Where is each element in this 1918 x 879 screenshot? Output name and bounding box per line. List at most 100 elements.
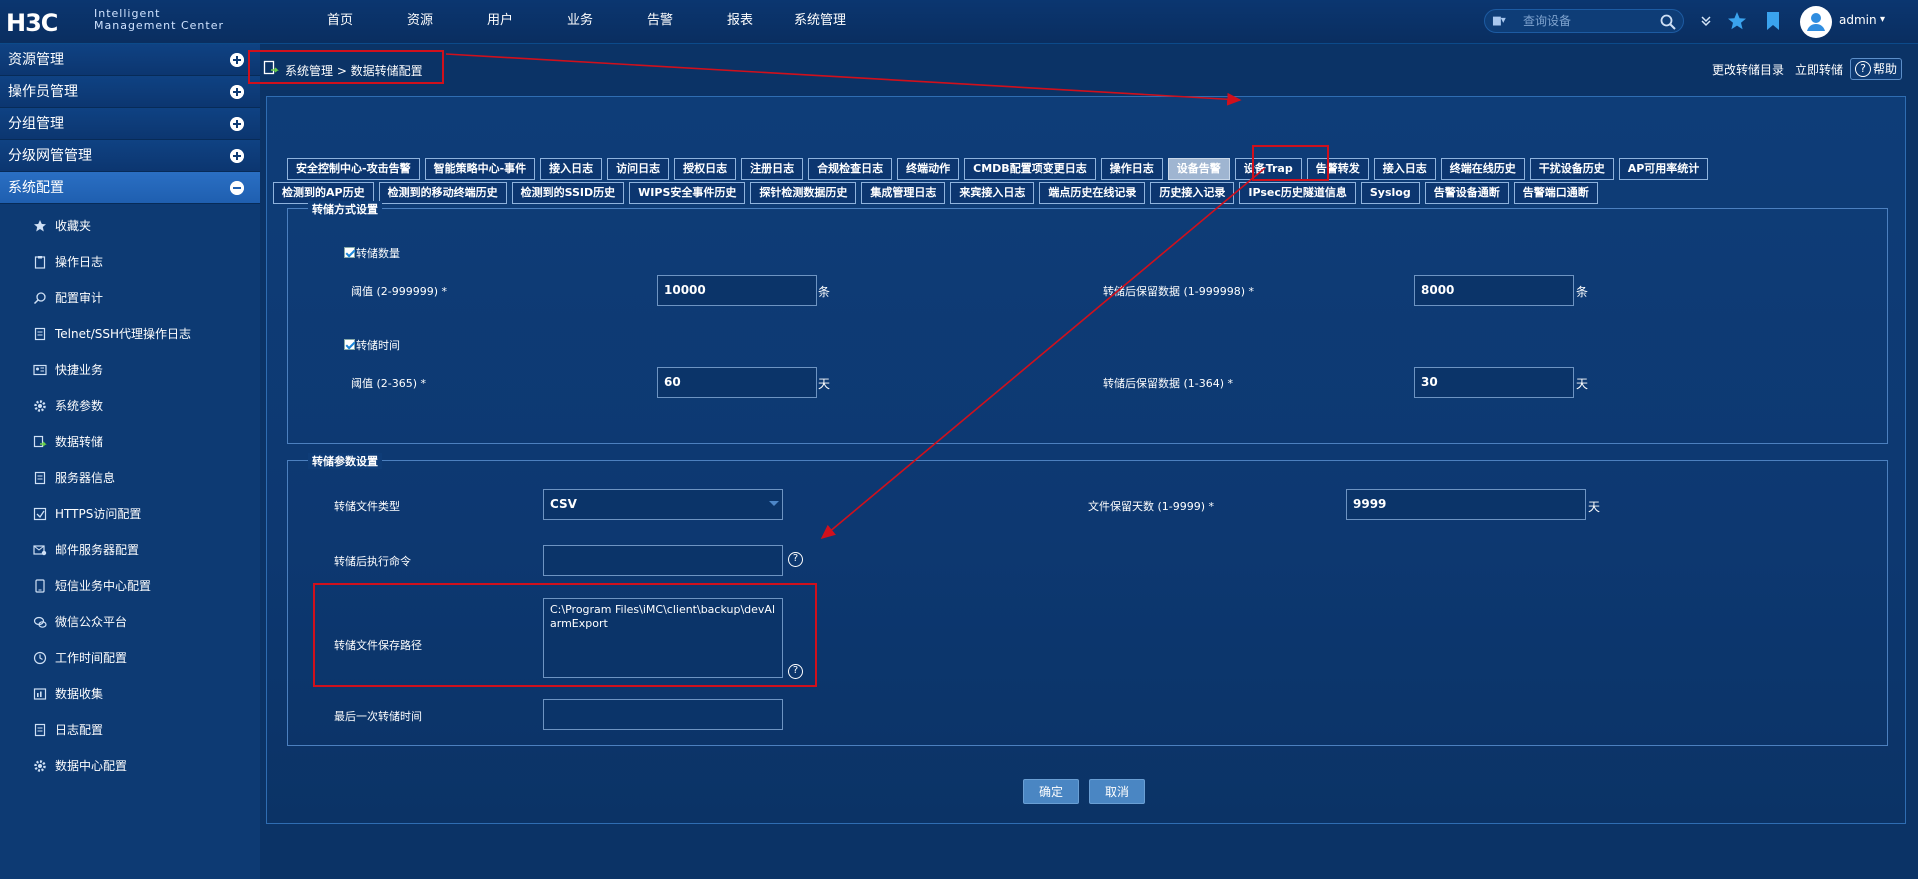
sidebar-item-datacenter-config[interactable]: 数据中心配置: [0, 748, 260, 784]
tab-alarm-forward[interactable]: 告警转发: [1306, 158, 1369, 180]
sidebar-item-work-time[interactable]: 工作时间配置: [0, 640, 260, 676]
tab-alarm-device-onoff[interactable]: 告警设备通断: [1424, 182, 1509, 204]
retain-days-input[interactable]: 9999: [1346, 489, 1586, 520]
tab-guest-access-log[interactable]: 来宾接入日志: [950, 182, 1035, 204]
sidebar-item-favorites[interactable]: 收藏夹: [0, 208, 260, 244]
sidebar: 资源管理 操作员管理 分组管理 分级网管管理 系统配置 收藏夹 操作日志 配置审…: [0, 44, 260, 879]
sidebar-item-data-dump[interactable]: 数据转储: [0, 424, 260, 460]
sidebar-item-operation-log[interactable]: 操作日志: [0, 244, 260, 280]
sidebar-group-system-config[interactable]: 系统配置: [0, 172, 260, 204]
star-favorite-icon[interactable]: [1726, 10, 1748, 32]
tab-alarm-port-onoff[interactable]: 告警端口通断: [1513, 182, 1598, 204]
ok-button[interactable]: 确定: [1023, 779, 1079, 804]
tab-auth-log[interactable]: 授权日志: [674, 158, 737, 180]
nav-reports[interactable]: 报表: [700, 0, 780, 44]
sidebar-item-data-collection[interactable]: 数据收集: [0, 676, 260, 712]
double-chevron-down-icon[interactable]: [1695, 10, 1717, 32]
tab-terminal-online-history[interactable]: 终端在线历史: [1440, 158, 1525, 180]
nav-users[interactable]: 用户: [460, 0, 540, 44]
datacenter-gear-icon: [34, 760, 46, 772]
search-icon[interactable]: [1659, 13, 1677, 31]
sidebar-item-server-info[interactable]: 服务器信息: [0, 460, 260, 496]
sidebar-item-label: HTTPS访问配置: [55, 507, 142, 521]
sidebar-item-config-audit[interactable]: 配置审计: [0, 280, 260, 316]
nav-alarms[interactable]: 告警: [620, 0, 700, 44]
search-type-selector-icon[interactable]: ▆▾: [1493, 15, 1517, 29]
sidebar-item-log-config[interactable]: 日志配置: [0, 712, 260, 748]
user-name[interactable]: admin: [1839, 13, 1877, 27]
dump-by-time-checkbox[interactable]: 转储时间: [344, 337, 400, 353]
select-arrow-icon[interactable]: [769, 501, 779, 506]
sidebar-group-label: 分级网管管理: [8, 148, 92, 164]
dump-by-count-checkbox[interactable]: 转储数量: [344, 245, 400, 261]
sidebar-item-sms-center[interactable]: 短信业务中心配置: [0, 568, 260, 604]
tab-probe-data-history[interactable]: 探针检测数据历史: [750, 182, 857, 204]
help-question-icon[interactable]: ?: [788, 552, 803, 567]
sidebar-group-group-management[interactable]: 分组管理: [0, 108, 260, 140]
tab-ipsec-tunnel-history[interactable]: IPsec历史隧道信息: [1239, 182, 1356, 204]
tab-integration-log[interactable]: 集成管理日志: [861, 182, 946, 204]
time-threshold-label: 阈值 (2-365) *: [351, 377, 427, 390]
time-keep-input[interactable]: 30: [1414, 367, 1574, 398]
nav-system-management[interactable]: 系统管理: [780, 0, 860, 44]
sidebar-group-hierarchical-nms[interactable]: 分级网管管理: [0, 140, 260, 172]
sidebar-item-mail-server[interactable]: 邮件服务器配置: [0, 532, 260, 568]
dump-params-fieldset: 转储参数设置 转储文件类型 CSV 文件保留天数 (1-9999) * 9999…: [287, 453, 1888, 746]
tab-interference-device-history[interactable]: 干扰设备历史: [1529, 158, 1614, 180]
sidebar-item-https-config[interactable]: HTTPS访问配置: [0, 496, 260, 532]
tab-register-log[interactable]: 注册日志: [741, 158, 804, 180]
tab-device-trap[interactable]: 设备Trap: [1234, 158, 1302, 180]
tab-ap-availability[interactable]: AP可用率统计: [1618, 158, 1709, 180]
avatar[interactable]: [1800, 6, 1832, 38]
help-question-icon[interactable]: ?: [788, 664, 803, 679]
expand-plus-icon[interactable]: [230, 53, 244, 67]
tab-syslog[interactable]: Syslog: [1360, 182, 1420, 204]
tab-history-access-record[interactable]: 历史接入记录: [1150, 182, 1235, 204]
nav-services[interactable]: 业务: [540, 0, 620, 44]
tab-access-log[interactable]: 接入日志: [540, 158, 603, 180]
count-threshold-label: 阈值 (2-999999) *: [351, 285, 448, 298]
h3c-logo[interactable]: H3C Intelligent Management Center: [6, 6, 226, 38]
tab-visit-log[interactable]: 访问日志: [607, 158, 670, 180]
sidebar-item-wechat-platform[interactable]: 微信公众平台: [0, 604, 260, 640]
search-input[interactable]: [1523, 11, 1653, 31]
change-dump-dir-link[interactable]: 更改转储目录: [1712, 61, 1784, 78]
post-command-input[interactable]: [543, 545, 783, 576]
dump-now-link[interactable]: 立即转储: [1795, 61, 1843, 78]
collapse-minus-icon[interactable]: [230, 181, 244, 195]
cancel-button[interactable]: 取消: [1089, 779, 1145, 804]
count-keep-input[interactable]: 8000: [1414, 275, 1574, 306]
sidebar-group-operator-management[interactable]: 操作员管理: [0, 76, 260, 108]
tab-operation-log[interactable]: 操作日志: [1100, 158, 1163, 180]
tab-cmdb-change-log[interactable]: CMDB配置项变更日志: [964, 158, 1096, 180]
file-type-select[interactable]: CSV: [543, 489, 783, 520]
tab-endpoint-online-history[interactable]: 端点历史在线记录: [1039, 182, 1146, 204]
expand-plus-icon[interactable]: [230, 117, 244, 131]
time-threshold-unit: 天: [818, 377, 831, 391]
time-threshold-input[interactable]: 60: [657, 367, 817, 398]
tab-compliance-log[interactable]: 合规检查日志: [808, 158, 893, 180]
user-menu-caret-icon[interactable]: ▾: [1880, 14, 1885, 25]
nav-home[interactable]: 首页: [300, 0, 380, 44]
sidebar-item-telnet-ssh-log[interactable]: Telnet/SSH代理操作日志: [0, 316, 260, 352]
bookmark-icon[interactable]: [1762, 10, 1784, 32]
tab-access-log-2[interactable]: 接入日志: [1373, 158, 1436, 180]
nav-resources[interactable]: 资源: [380, 0, 460, 44]
expand-plus-icon[interactable]: [230, 85, 244, 99]
tab-wips-event-history[interactable]: WIPS安全事件历史: [629, 182, 746, 204]
sidebar-item-label: Telnet/SSH代理操作日志: [55, 327, 192, 341]
tab-detected-ssid-history[interactable]: 检测到的SSID历史: [511, 182, 625, 204]
sidebar-group-resource-management[interactable]: 资源管理: [0, 44, 260, 76]
save-path-textarea[interactable]: C:\Program Files\iMC\client\backup\devAl…: [543, 598, 783, 678]
help-button[interactable]: ? 帮助: [1850, 58, 1902, 80]
expand-plus-icon[interactable]: [230, 149, 244, 163]
sidebar-item-label: 收藏夹: [55, 219, 92, 233]
sidebar-item-quick-services[interactable]: 快捷业务: [0, 352, 260, 388]
tab-security-attack-alarm[interactable]: 安全控制中心-攻击告警: [287, 158, 420, 180]
count-threshold-input[interactable]: 10000: [657, 275, 817, 306]
tab-smart-policy-event[interactable]: 智能策略中心-事件: [424, 158, 536, 180]
tab-device-alarm[interactable]: 设备告警: [1167, 158, 1230, 180]
sidebar-item-system-params[interactable]: 系统参数: [0, 388, 260, 424]
tab-terminal-action[interactable]: 终端动作: [897, 158, 960, 180]
tab-detected-mobile-terminal-history[interactable]: 检测到的移动终端历史: [378, 182, 507, 204]
